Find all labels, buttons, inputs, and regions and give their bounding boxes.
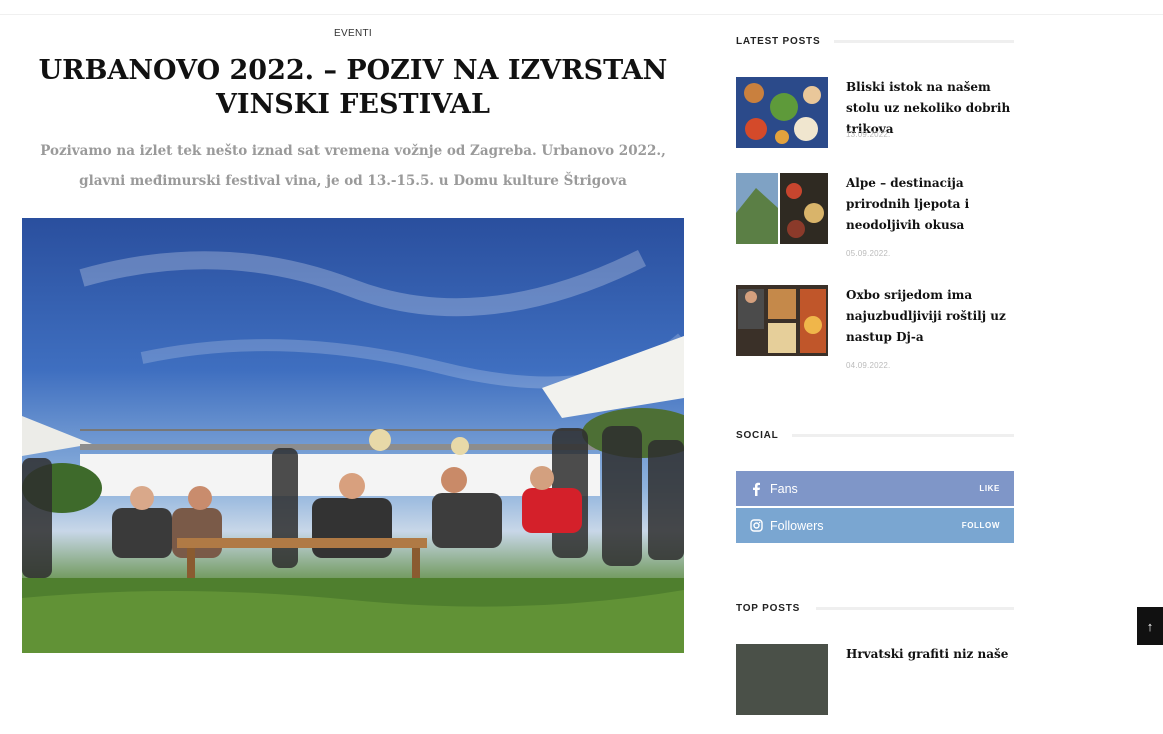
article-title[interactable]: URBANOVO 2022. – POZIV NA IZVRSTAN VINSK… (22, 54, 684, 122)
header-divider (0, 14, 1163, 15)
instagram-icon (748, 518, 764, 534)
instagram-label: Followers (770, 518, 824, 533)
instagram-follow-action: FOLLOW (961, 521, 1000, 530)
post-thumbnail[interactable] (736, 173, 828, 244)
top-posts-heading: TOP POSTS (736, 603, 801, 614)
latest-post-title[interactable]: Alpe – destinacija prirodnih ljepota i n… (846, 173, 1014, 236)
social-heading: SOCIAL (736, 430, 779, 441)
facebook-like-action: LIKE (979, 484, 1000, 493)
latest-posts-heading: LATEST POSTS (736, 36, 821, 47)
latest-posts-rule (834, 40, 1014, 43)
facebook-fans-button[interactable]: Fans LIKE (736, 471, 1014, 506)
latest-post-date: 05.09.2022. (846, 249, 891, 258)
top-post-title[interactable]: Hrvatski grafiti niz naše (846, 644, 1014, 665)
article-excerpt: Pozivamo na izlet tek nešto iznad sat vr… (40, 143, 666, 189)
instagram-followers-button[interactable]: Followers FOLLOW (736, 508, 1014, 543)
latest-post-3[interactable]: Oxbo srijedom ima najuzbudljiviji roštil… (736, 285, 1014, 375)
post-thumbnail[interactable] (736, 77, 828, 148)
top-posts-rule (816, 607, 1014, 610)
latest-post-title[interactable]: Oxbo srijedom ima najuzbudljiviji roštil… (846, 285, 1014, 348)
festival-photo (22, 249, 684, 653)
article-category[interactable]: EVENTI (22, 28, 684, 39)
top-post-1[interactable]: Hrvatski grafiti niz naše (736, 644, 1014, 734)
back-to-top-button[interactable]: ↑ (1137, 607, 1163, 645)
latest-post-date: 04.09.2022. (846, 361, 891, 370)
latest-post-2[interactable]: Alpe – destinacija prirodnih ljepota i n… (736, 173, 1014, 263)
facebook-label: Fans (770, 481, 798, 496)
facebook-icon (748, 481, 764, 497)
post-thumbnail[interactable] (736, 644, 828, 715)
social-rule (792, 434, 1014, 437)
article-hero-image[interactable] (22, 218, 684, 653)
post-thumbnail[interactable] (736, 285, 828, 356)
latest-post-date: 13.09.2022. (846, 130, 891, 139)
latest-post-1[interactable]: Bliski istok na našem stolu uz nekoliko … (736, 77, 1014, 167)
